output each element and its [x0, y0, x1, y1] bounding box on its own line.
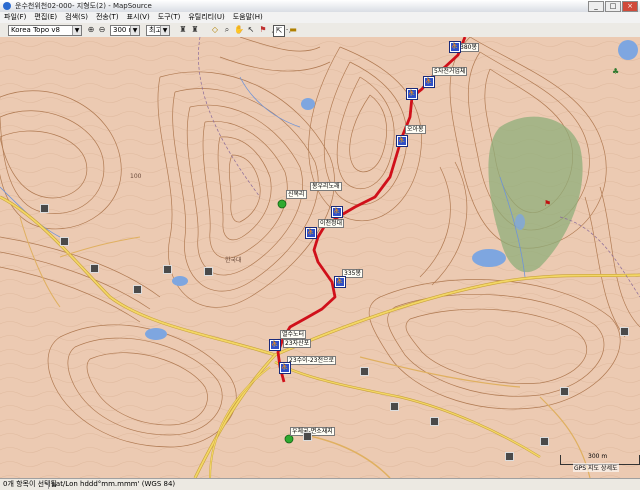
- menu-search[interactable]: 검색(S): [61, 12, 92, 23]
- menu-view[interactable]: 표시(V): [123, 12, 154, 23]
- close-button[interactable]: ×: [622, 1, 638, 12]
- waypoint-label[interactable]: 우체국-면소재지: [290, 427, 335, 436]
- bus-stop-icon[interactable]: [390, 402, 399, 411]
- gps-send-icon[interactable]: ♜: [190, 25, 200, 35]
- water-pond: [145, 328, 167, 340]
- gps-receive-icon[interactable]: ♜: [178, 25, 188, 35]
- water-pond: [515, 214, 525, 230]
- menu-tools[interactable]: 도구(T): [154, 12, 185, 23]
- bus-stop-icon[interactable]: [303, 432, 312, 441]
- distance-tool-icon[interactable]: ▬: [288, 25, 298, 35]
- chevron-down-icon: ▼: [130, 26, 139, 35]
- green-waypoint-marker[interactable]: [277, 199, 287, 209]
- bus-stop-icon[interactable]: [505, 452, 514, 461]
- bus-stop-icon[interactable]: [204, 267, 213, 276]
- waypoint-label[interactable]: 23수이-23전으로: [287, 356, 337, 365]
- bus-stop-icon[interactable]: [360, 367, 369, 376]
- hiker-icon[interactable]: ⛹: [279, 362, 291, 374]
- zoom-out-button[interactable]: ⊖: [97, 25, 107, 35]
- waypoint-label[interactable]: 5자전거업체: [432, 67, 468, 76]
- gps-detail-label: GPS 지도 상세도: [573, 463, 619, 472]
- place-label: 한국대: [225, 257, 242, 264]
- bus-stop-icon[interactable]: [560, 387, 569, 396]
- hiker-icon[interactable]: ⛹: [406, 88, 418, 100]
- water-pond: [301, 98, 315, 110]
- waypoint-label[interactable]: 신목리: [286, 190, 307, 199]
- map-view[interactable]: 100 한국대 380봉 ⛹ 5자전거업체 ⛹ ⛹ 오아봉 ⛹ 봉우리노래 ⛹ …: [0, 37, 640, 478]
- green-waypoint-marker[interactable]: [284, 434, 294, 444]
- window-title: 운수천위천02-000- 지형도(2) - MapSource: [15, 2, 152, 10]
- mapsource-app-icon: [3, 2, 11, 10]
- bus-stop-icon[interactable]: [40, 204, 49, 213]
- hand-tool-icon[interactable]: ✋: [234, 25, 244, 35]
- waypoint-label[interactable]: 335봉: [342, 269, 363, 278]
- waypoint-label[interactable]: 열수노터: [280, 330, 307, 339]
- parking-flag-icon[interactable]: ⚑: [544, 199, 551, 208]
- waypoint-label[interactable]: 이천정대: [318, 219, 345, 228]
- selection-tool-icon[interactable]: ↖: [246, 25, 256, 35]
- contour-elevation-label: 100: [130, 173, 142, 180]
- hiker-icon[interactable]: ⛹: [396, 135, 408, 147]
- map-product-select[interactable]: Korea Topo v8 ▼: [8, 25, 82, 36]
- menu-edit[interactable]: 편집(E): [30, 12, 61, 23]
- water-reservoir: [472, 249, 506, 267]
- bus-stop-icon[interactable]: [430, 417, 439, 426]
- waypoint-label[interactable]: 380봉: [458, 43, 479, 52]
- menu-help[interactable]: 도움말(H): [229, 12, 267, 23]
- hiker-icon[interactable]: ⛹: [334, 276, 346, 288]
- toolbar: Korea Topo v8 ▼ ⊕ ⊖ 300 m ▼ 최고 ▼ ♜ ♜ ◇ ⌕…: [0, 23, 640, 38]
- minimize-button[interactable]: _: [588, 1, 604, 12]
- window-controls: _ □ ×: [588, 1, 638, 12]
- waypoint-tool-icon[interactable]: ⚑: [258, 25, 268, 35]
- waypoint-label[interactable]: 오아봉: [405, 125, 426, 134]
- topo-map-canvas[interactable]: [0, 37, 640, 478]
- hiker-icon[interactable]: ⛹: [305, 227, 317, 239]
- zoom-tool-icon[interactable]: ⌕: [222, 25, 232, 35]
- bus-stop-icon[interactable]: [90, 264, 99, 273]
- cursor-tool-icon[interactable]: ⇱: [273, 25, 285, 37]
- hiker-icon[interactable]: ⛹: [269, 339, 281, 351]
- bus-stop-icon[interactable]: [540, 437, 549, 446]
- coordinate-format: Lat/Lon hddd°mm.mmm' (WGS 84): [52, 480, 176, 488]
- chevron-down-icon: ▼: [160, 26, 169, 35]
- detail-select[interactable]: 최고 ▼: [146, 25, 170, 36]
- hiker-icon[interactable]: ⛹: [423, 76, 435, 88]
- menu-utilities[interactable]: 유틸리티(U): [184, 12, 228, 23]
- menu-file[interactable]: 파일(F): [0, 12, 30, 23]
- maximize-button[interactable]: □: [605, 1, 621, 12]
- waypoint-label[interactable]: 23자산포: [283, 339, 312, 348]
- bus-stop-icon[interactable]: [620, 327, 629, 336]
- bus-stop-icon[interactable]: [163, 265, 172, 274]
- bus-stop-icon[interactable]: [133, 285, 142, 294]
- status-bar: 0개 항목이 선택됨 Lat/Lon hddd°mm.mmm' (WGS 84): [0, 478, 640, 490]
- hiker-icon[interactable]: ⛹: [449, 41, 461, 53]
- hiker-icon[interactable]: ⛹: [331, 206, 343, 218]
- map-select-icon[interactable]: ◇: [210, 25, 220, 35]
- chevron-down-icon: ▼: [72, 26, 81, 35]
- waypoint-label[interactable]: 봉우리노래: [310, 182, 342, 191]
- zoom-in-button[interactable]: ⊕: [86, 25, 96, 35]
- water-pond: [172, 276, 188, 286]
- scale-label: 300 m: [588, 453, 608, 460]
- tree-icon: ♣: [612, 67, 620, 76]
- water-pond: [618, 40, 638, 60]
- bus-stop-icon[interactable]: [60, 237, 69, 246]
- map-product-value: Korea Topo v8: [11, 26, 60, 34]
- zoom-level-select[interactable]: 300 m ▼: [110, 25, 140, 36]
- status-divider: [48, 481, 49, 489]
- menu-transfer[interactable]: 전송(T): [92, 12, 123, 23]
